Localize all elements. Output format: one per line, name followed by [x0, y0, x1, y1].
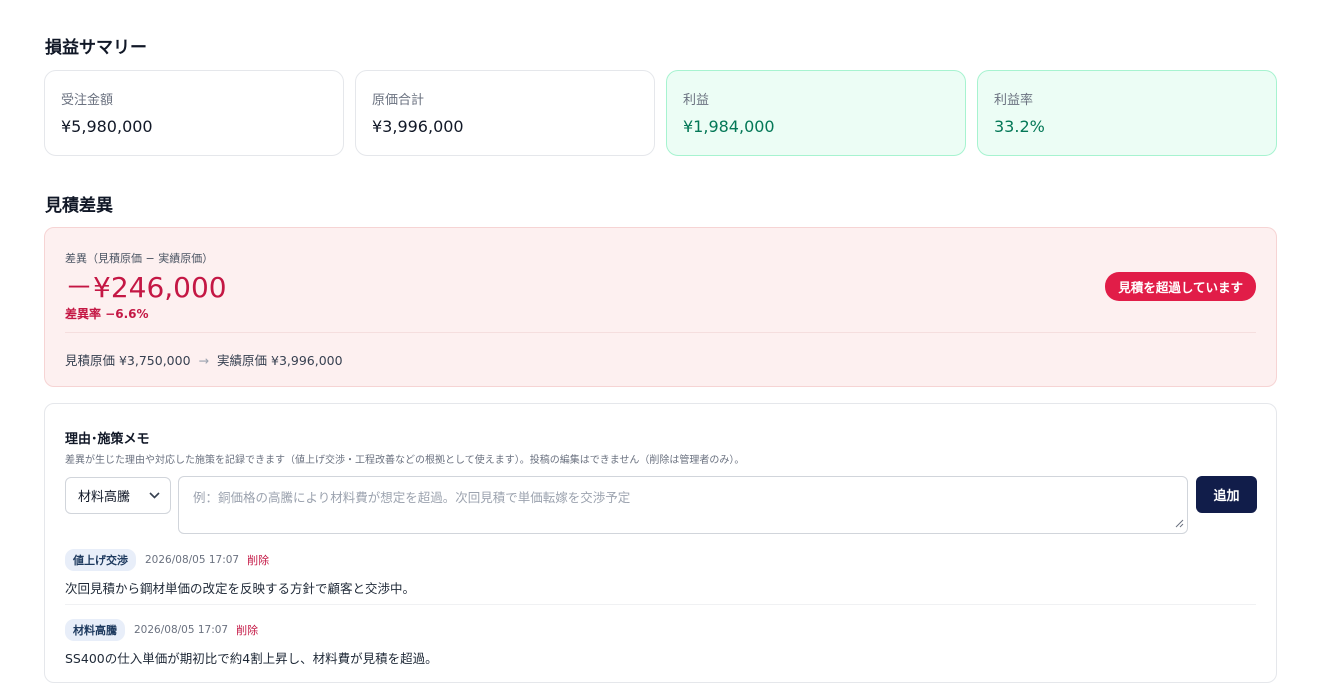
- entry-divider: [65, 604, 1256, 605]
- add-memo-button[interactable]: 追加: [1196, 476, 1257, 513]
- delete-memo-link[interactable]: 削除: [236, 622, 258, 638]
- variance-divider: [65, 332, 1256, 333]
- memo-timestamp: 2026/08/05 17:07: [145, 554, 240, 566]
- resize-handle-icon[interactable]: [1175, 519, 1184, 531]
- card-label: 受注金額: [61, 93, 114, 108]
- over-estimate-badge: 見積を超過しています: [1105, 272, 1256, 301]
- memo-entry: 材料高騰 2026/08/05 17:07 削除 SS400の仕入単価が期初比で…: [65, 619, 1256, 667]
- card-order-amount: 受注金額 ¥5,980,000: [44, 70, 344, 156]
- card-value: ¥1,984,000: [683, 117, 775, 136]
- card-profit: 利益 ¥1,984,000: [666, 70, 966, 156]
- memo-input[interactable]: 例：銅価格の高騰により材料費が想定を超過。次回見積で単価転嫁を交渉予定: [178, 476, 1188, 534]
- memo-placeholder: 例：銅価格の高騰により材料費が想定を超過。次回見積で単価転嫁を交渉予定: [193, 490, 631, 505]
- memo-text: SS400の仕入単価が期初比で約4割上昇し、材料費が見積を超過。: [65, 651, 438, 666]
- card-value: ¥5,980,000: [61, 117, 153, 136]
- summary-title: 損益サマリー: [45, 38, 147, 58]
- cost-comparison: 見積原価 ¥3,750,000 → 実績原価 ¥3,996,000: [65, 350, 343, 369]
- card-label: 原価合計: [372, 93, 425, 108]
- memo-panel: 理由･施策メモ 差異が生じた理由や対応した施策を記録できます（値上げ交渉・工程改…: [44, 403, 1277, 683]
- card-profit-rate: 利益率 33.2%: [977, 70, 1277, 156]
- select-value: 材料高騰: [78, 490, 131, 505]
- variance-value: －¥246,000: [65, 271, 227, 304]
- card-value: 33.2%: [994, 117, 1045, 136]
- card-value: ¥3,996,000: [372, 117, 464, 136]
- card-cost-total: 原価合計 ¥3,996,000: [355, 70, 655, 156]
- memo-tag: 値上げ交渉: [65, 549, 136, 571]
- actual-cost: 実績原価 ¥3,996,000: [217, 353, 343, 368]
- card-label: 利益率: [994, 93, 1034, 108]
- memo-entry: 値上げ交渉 2026/08/05 17:07 削除 次回見積から鋼材単価の改定を…: [65, 549, 1256, 597]
- estimate-cost: 見積原価 ¥3,750,000: [65, 353, 191, 368]
- variance-title: 見積差異: [45, 196, 113, 216]
- delete-memo-link[interactable]: 削除: [247, 552, 269, 568]
- arrow-right-icon: →: [198, 353, 210, 368]
- chevron-down-icon: [149, 489, 160, 502]
- variance-label: 差異（見積原価 − 実績原価）: [65, 252, 214, 265]
- memo-timestamp: 2026/08/05 17:07: [134, 624, 229, 636]
- variance-panel: 差異（見積原価 − 実績原価） －¥246,000 差異率 −6.6% 見積を超…: [44, 227, 1277, 387]
- memo-tag: 材料高騰: [65, 619, 125, 641]
- memo-text: 次回見積から鋼材単価の改定を反映する方針で顧客と交渉中。: [65, 581, 416, 596]
- variance-rate: 差異率 −6.6%: [65, 307, 149, 321]
- card-label: 利益: [683, 93, 710, 108]
- memo-description: 差異が生じた理由や対応した施策を記録できます（値上げ交渉・工程改善などの根拠とし…: [65, 455, 745, 466]
- reason-category-select[interactable]: 材料高騰: [65, 477, 171, 514]
- memo-title: 理由･施策メモ: [65, 432, 150, 447]
